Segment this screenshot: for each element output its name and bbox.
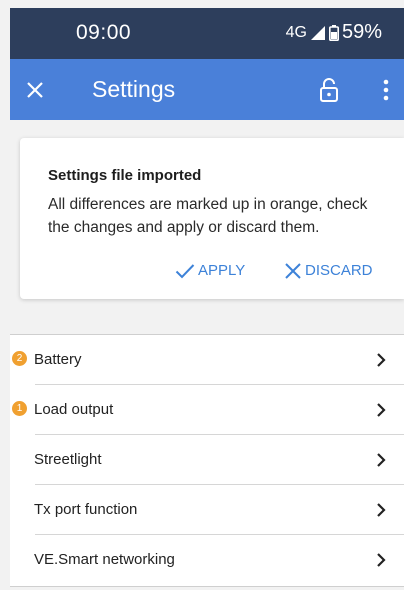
change-count-badge: 2	[12, 351, 27, 366]
status-time: 09:00	[76, 21, 132, 44]
list-item-battery[interactable]: 2 Battery	[10, 335, 404, 385]
network-type: 4G	[285, 23, 307, 41]
status-indicators: 4G 59%	[286, 21, 382, 44]
settings-list: 2 Battery 1 Load output Streetlight Tx p…	[10, 334, 404, 587]
app-bar: Settings	[10, 59, 404, 120]
list-item-label: Streetlight	[34, 451, 102, 468]
apply-label: APPLY	[198, 262, 246, 279]
list-item-label: Battery	[34, 351, 82, 368]
list-item-label: Load output	[34, 401, 114, 418]
import-notice-card: Settings file imported All differences a…	[20, 138, 404, 299]
chevron-right-icon	[377, 553, 386, 567]
page-title: Settings	[92, 76, 176, 102]
discard-button[interactable]: DISCARD	[284, 262, 373, 279]
close-icon	[285, 262, 301, 279]
check-icon	[175, 263, 195, 278]
notice-message: All differences are marked up in orange,…	[48, 196, 368, 236]
chevron-right-icon	[377, 453, 386, 467]
list-item-label: VE.Smart networking	[34, 551, 175, 568]
signal-icon	[310, 25, 325, 40]
battery-icon	[328, 24, 339, 41]
lock-open-icon[interactable]	[317, 77, 341, 103]
discard-label: DISCARD	[305, 262, 373, 279]
notice-title: Settings file imported	[48, 167, 202, 184]
list-item-label: Tx port function	[34, 501, 138, 518]
list-item-load-output[interactable]: 1 Load output	[10, 385, 404, 435]
close-icon[interactable]	[22, 77, 48, 103]
list-item-streetlight[interactable]: Streetlight	[10, 435, 404, 485]
apply-button[interactable]: APPLY	[175, 262, 245, 279]
more-vert-icon[interactable]	[380, 78, 392, 102]
chevron-right-icon	[377, 403, 386, 417]
list-item-tx-port-function[interactable]: Tx port function	[10, 485, 404, 535]
chevron-right-icon	[377, 503, 386, 517]
status-bar: 09:00 4G 59%	[10, 8, 404, 59]
battery-level: 59%	[341, 21, 382, 43]
list-item-ve-smart-networking[interactable]: VE.Smart networking	[10, 535, 404, 585]
chevron-right-icon	[377, 353, 386, 367]
change-count-badge: 1	[12, 401, 27, 416]
